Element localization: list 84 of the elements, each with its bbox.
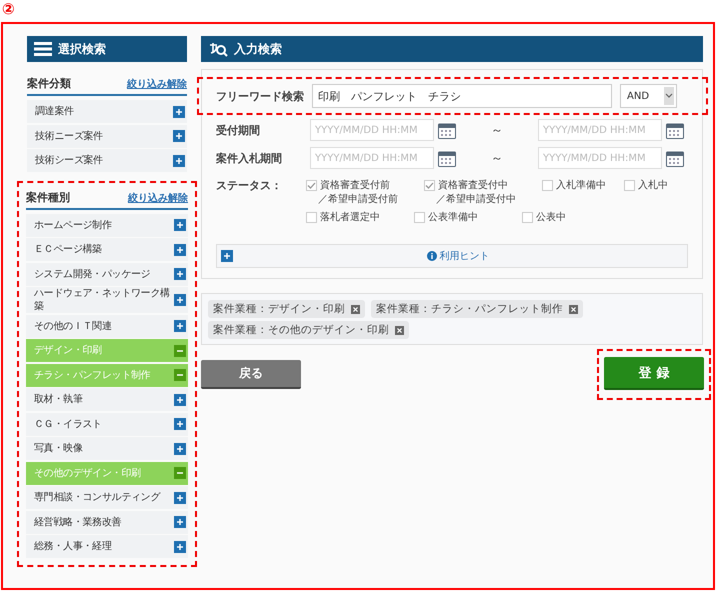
category-item[interactable]: ホームページ制作 bbox=[26, 214, 188, 236]
range-separator: ～ bbox=[490, 122, 504, 138]
status-option-label: 入札中 bbox=[638, 178, 668, 192]
operator-dropdown[interactable]: AND bbox=[620, 84, 677, 108]
category-item[interactable]: 経営戦略・業務改善 bbox=[26, 510, 188, 534]
checkbox[interactable] bbox=[306, 180, 317, 190]
section-title: 案件分類 bbox=[27, 76, 71, 91]
checkbox[interactable] bbox=[542, 180, 553, 190]
checkbox[interactable] bbox=[624, 180, 635, 190]
category-item[interactable]: 調達案件 bbox=[27, 100, 187, 123]
plus-icon bbox=[174, 394, 186, 406]
register-button[interactable]: 登 録 bbox=[604, 357, 704, 390]
plus-icon bbox=[173, 130, 185, 142]
plus-icon bbox=[174, 268, 186, 280]
plus-icon bbox=[174, 492, 186, 504]
text-search-icon bbox=[208, 41, 228, 57]
remove-icon[interactable] bbox=[395, 326, 404, 334]
category-item[interactable]: ハードウェア・ネットワーク構築 bbox=[26, 287, 188, 313]
clear-filter-link[interactable]: 絞り込み解除 bbox=[128, 190, 188, 204]
date-field[interactable]: YYYY/MM/DD HH:MM bbox=[310, 147, 434, 169]
step-marker: ② bbox=[2, 0, 15, 18]
filter-tag-label: 案件業種：デザイン・印刷 bbox=[213, 302, 345, 316]
checkbox[interactable] bbox=[424, 180, 435, 190]
range-separator: ～ bbox=[490, 150, 504, 166]
category-item[interactable]: その他のＩＴ関連 bbox=[26, 314, 188, 338]
date-field[interactable]: YYYY/MM/DD HH:MM bbox=[538, 147, 662, 169]
calendar-icon[interactable] bbox=[666, 150, 684, 166]
calendar-icon[interactable] bbox=[666, 122, 684, 138]
hint-link[interactable]: 利用ヒント bbox=[440, 249, 490, 263]
category-item[interactable]: 取材・執筆 bbox=[26, 388, 188, 411]
sidebar-title: 選択検索 bbox=[58, 40, 106, 58]
status-option-label: ／希望申請受付前 bbox=[317, 192, 399, 206]
checkbox[interactable] bbox=[306, 212, 317, 222]
plus-icon bbox=[174, 442, 186, 454]
category-item[interactable]: 技術ニーズ案件 bbox=[27, 124, 187, 148]
info-icon bbox=[426, 251, 436, 261]
date-field[interactable]: YYYY/MM/DD HH:MM bbox=[538, 119, 662, 141]
minus-icon bbox=[174, 467, 186, 479]
checkbox[interactable] bbox=[414, 212, 425, 222]
status-option-label: 資格審査受付中 bbox=[438, 178, 508, 192]
minus-icon bbox=[174, 344, 186, 356]
status-option-label: 公表準備中 bbox=[428, 210, 478, 224]
filter-tag-label: 案件業種：その他のデザイン・印刷 bbox=[213, 323, 389, 337]
status-option-label: 公表中 bbox=[536, 210, 566, 224]
category-item[interactable]: 専門相談・コンサルティング bbox=[26, 486, 188, 509]
panel-title: 入力検索 bbox=[234, 40, 282, 58]
plus-icon bbox=[174, 418, 186, 430]
date-field[interactable]: YYYY/MM/DD HH:MM bbox=[310, 119, 434, 141]
category-item[interactable]: 総務・人事・経理 bbox=[26, 535, 188, 558]
remove-icon[interactable] bbox=[351, 304, 360, 314]
caret-icon bbox=[664, 87, 674, 105]
category-item[interactable]: システム開発・パッケージ bbox=[26, 262, 188, 286]
keyword-field[interactable]: 印刷 パンフレット チラシ bbox=[312, 84, 612, 108]
calendar-icon[interactable] bbox=[438, 150, 456, 166]
category-item[interactable]: 写真・映像 bbox=[26, 437, 188, 460]
field-label: 受付期間 bbox=[216, 122, 261, 138]
menu-icon bbox=[34, 42, 52, 56]
remove-icon[interactable] bbox=[569, 304, 578, 314]
plus-icon bbox=[174, 219, 186, 231]
status-option-label: ／希望申請受付中 bbox=[435, 192, 517, 206]
plus-icon bbox=[174, 294, 186, 306]
section-title: 案件種別 bbox=[26, 190, 70, 204]
plus-icon bbox=[174, 540, 186, 552]
field-label: 案件入札期間 bbox=[216, 150, 283, 166]
plus-icon bbox=[174, 320, 186, 332]
expand-icon[interactable] bbox=[221, 250, 233, 262]
category-item[interactable]: ＥＣページ構築 bbox=[26, 238, 188, 261]
field-label: ステータス： bbox=[216, 178, 283, 193]
back-button[interactable]: 戻る bbox=[201, 360, 301, 389]
plus-icon bbox=[173, 154, 185, 166]
plus-icon bbox=[174, 244, 186, 256]
plus-icon bbox=[173, 106, 185, 118]
category-item[interactable]: 技術シーズ案件 bbox=[27, 149, 187, 172]
field-label: フリーワード検索 bbox=[216, 88, 304, 104]
status-option-label: 落札者選定中 bbox=[320, 210, 380, 224]
status-option-label: 資格審査受付前 bbox=[320, 178, 390, 192]
status-option-label: 入札準備中 bbox=[556, 178, 606, 192]
plus-icon bbox=[174, 516, 186, 528]
calendar-icon[interactable] bbox=[438, 122, 456, 138]
checkbox[interactable] bbox=[522, 212, 533, 222]
category-item[interactable]: ＣＧ・イラスト bbox=[26, 412, 188, 436]
filter-tag-label: 案件業種：チラシ・パンフレット制作 bbox=[376, 302, 563, 316]
clear-filter-link[interactable]: 絞り込み解除 bbox=[127, 77, 187, 91]
minus-icon bbox=[174, 369, 186, 381]
